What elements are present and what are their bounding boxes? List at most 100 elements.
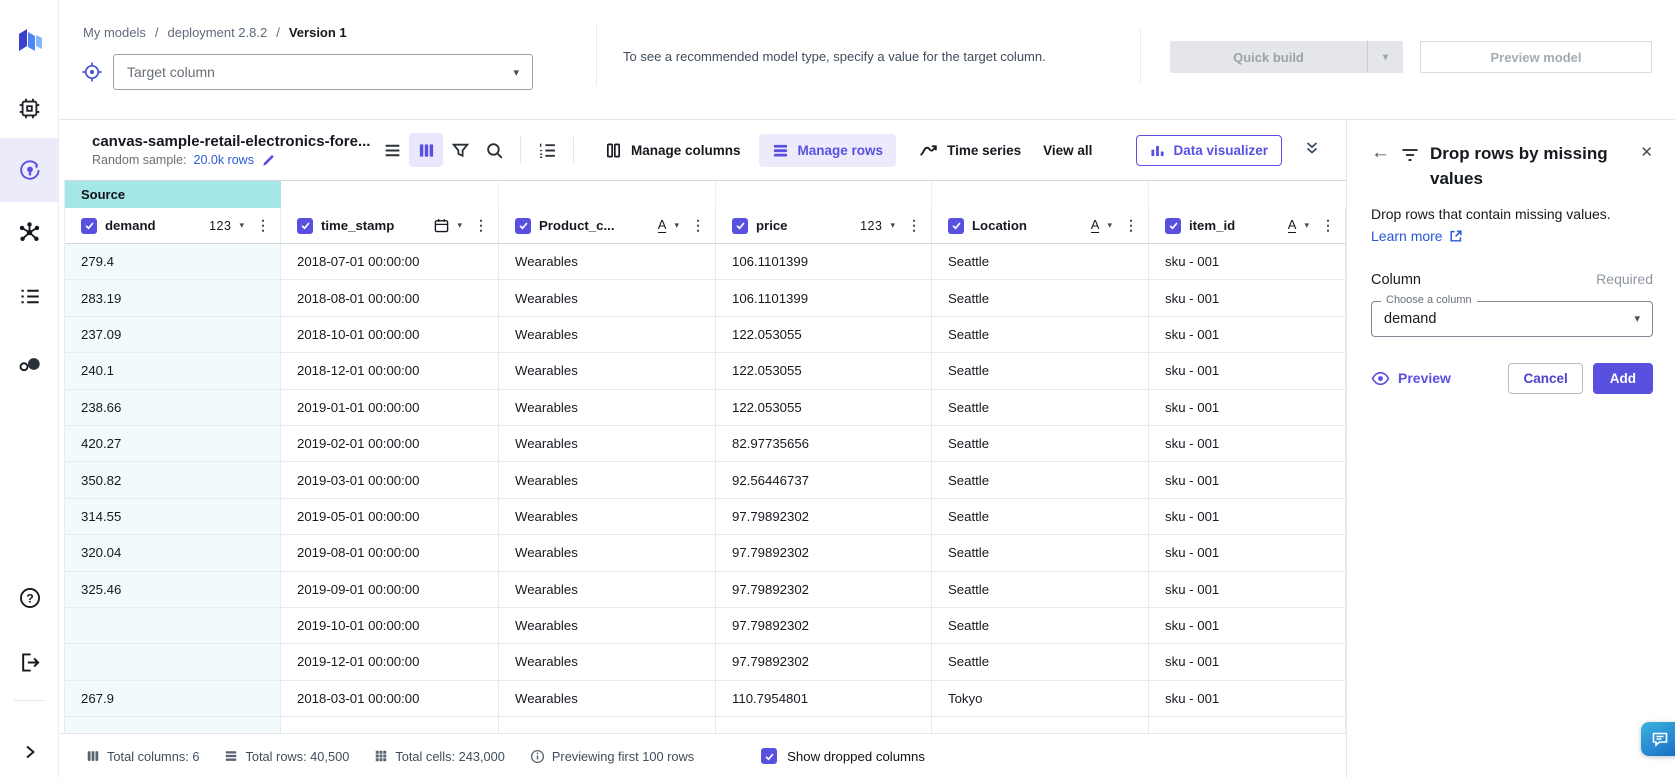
table-row: 238.662019-01-01 00:00:00Wearables122.05…	[65, 390, 1346, 426]
manage-rows-label: Manage rows	[798, 143, 884, 158]
table-row: 314.552019-05-01 00:00:00Wearables97.798…	[65, 499, 1346, 535]
table-cell: 97.79892302	[716, 644, 932, 680]
text-type-icon[interactable]: A	[658, 218, 667, 233]
preview-button[interactable]: Preview	[1371, 370, 1451, 386]
column-type-caret[interactable]: ▾	[1107, 220, 1112, 231]
table-cell: 110.7954801	[716, 681, 932, 717]
text-type-icon[interactable]: A	[1091, 218, 1100, 233]
help-icon: ?	[18, 586, 42, 610]
total-columns-label: Total columns: 6	[107, 749, 199, 764]
table-cell: 2018-12-01 00:00:00	[281, 353, 499, 389]
table-cell: 122.053055	[716, 390, 932, 426]
table-cell: Wearables	[499, 681, 716, 717]
column-view-icon[interactable]	[409, 133, 443, 167]
sidebar-item-automations[interactable]	[0, 212, 59, 252]
table-cell: 238.66	[65, 390, 281, 426]
column-select-checkbox[interactable]	[515, 218, 531, 234]
column-type-caret[interactable]: ▾	[890, 220, 895, 231]
quick-build-button[interactable]: Quick build ▾	[1170, 41, 1403, 73]
quick-build-dropdown[interactable]: ▾	[1367, 41, 1403, 73]
date-type-icon[interactable]	[434, 218, 449, 233]
table-row	[65, 717, 1346, 733]
table-cell: Seattle	[932, 499, 1149, 535]
number-type-icon[interactable]: 123	[860, 219, 882, 233]
sidebar-item-comparison[interactable]	[0, 344, 59, 384]
close-icon[interactable]: ✕	[1640, 142, 1653, 164]
sidebar-expand-chevron[interactable]	[0, 732, 59, 772]
column-type-caret[interactable]: ▾	[239, 220, 244, 231]
choose-column-select[interactable]: Choose a column demand ▾	[1371, 301, 1653, 337]
learn-more-link[interactable]: Learn more	[1371, 228, 1463, 244]
column-menu-kebab[interactable]: ⋮	[907, 217, 921, 234]
table-cell	[65, 717, 281, 733]
sidebar-item-list[interactable]	[0, 276, 59, 316]
ordered-list-icon-button[interactable]	[530, 133, 564, 167]
data-visualizer-button[interactable]: Data visualizer	[1136, 135, 1282, 166]
dataset-main-area: canvas-sample-retail-electronics-fore...…	[59, 120, 1346, 778]
table-cell: 106.1101399	[716, 280, 932, 316]
panel-header: ← Drop rows by missing values ✕	[1371, 142, 1653, 191]
column-select-checkbox[interactable]	[948, 218, 964, 234]
columns-grid-icon	[86, 749, 100, 763]
band-cell	[932, 181, 1149, 208]
column-type-caret[interactable]: ▾	[1304, 220, 1309, 231]
table-cell: Wearables	[499, 317, 716, 353]
column-header-6: item_idA▾⋮	[1149, 208, 1346, 243]
breadcrumb-my-models[interactable]: My models	[83, 25, 146, 40]
table-footer-bar: Total columns: 6 Total rows: 40,500 Tota…	[59, 733, 1346, 778]
column-menu-kebab[interactable]: ⋮	[256, 217, 270, 234]
sidebar-item-help[interactable]: ?	[0, 578, 59, 618]
number-type-icon[interactable]: 123	[209, 219, 231, 233]
view-all-button[interactable]: View all	[1043, 143, 1092, 158]
chat-widget-button[interactable]	[1641, 722, 1675, 756]
column-menu-kebab[interactable]: ⋮	[1124, 217, 1138, 234]
table-cell: sku - 001	[1149, 244, 1346, 280]
panel-description: Drop rows that contain missing values.	[1371, 204, 1653, 224]
search-icon-button[interactable]	[477, 133, 511, 167]
preview-model-button[interactable]: Preview model	[1420, 41, 1652, 73]
time-series-label: Time series	[947, 143, 1021, 158]
target-column-select[interactable]: Target column ▾	[113, 54, 533, 90]
filter-icon-button[interactable]	[443, 133, 477, 167]
sidebar-item-my-models[interactable]	[0, 138, 59, 202]
column-select-checkbox[interactable]	[297, 218, 313, 234]
column-type-caret[interactable]: ▾	[674, 220, 679, 231]
sidebar-item-logout[interactable]	[0, 642, 59, 682]
sidebar-item-datasets[interactable]	[0, 88, 59, 128]
table-cell: Seattle	[932, 390, 1149, 426]
row-list-view-icon[interactable]	[375, 133, 409, 167]
table-cell: Wearables	[499, 608, 716, 644]
filter-funnel-icon	[451, 141, 470, 160]
manage-columns-icon	[605, 142, 622, 159]
cancel-button[interactable]: Cancel	[1508, 363, 1582, 394]
table-cell: sku - 001	[1149, 499, 1346, 535]
back-arrow-icon[interactable]: ←	[1371, 142, 1390, 164]
manage-rows-button[interactable]: Manage rows	[759, 134, 897, 167]
show-dropped-columns-toggle[interactable]: Show dropped columns	[761, 748, 925, 764]
column-type-caret[interactable]: ▾	[457, 220, 462, 231]
column-menu-kebab[interactable]: ⋮	[474, 217, 488, 234]
table-cell: sku - 001	[1149, 317, 1346, 353]
collapse-toolbar-button[interactable]	[1304, 140, 1320, 161]
manage-columns-button[interactable]: Manage columns	[605, 142, 741, 159]
table-cell: sku - 001	[1149, 280, 1346, 316]
column-menu-kebab[interactable]: ⋮	[691, 217, 705, 234]
edit-pencil-icon[interactable]	[261, 153, 276, 168]
table-cell: 82.97735656	[716, 426, 932, 462]
add-button[interactable]: Add	[1593, 363, 1653, 394]
column-select-checkbox[interactable]	[81, 218, 97, 234]
column-menu-kebab[interactable]: ⋮	[1321, 217, 1335, 234]
column-select-checkbox[interactable]	[732, 218, 748, 234]
table-cell	[1149, 717, 1346, 733]
toolbar-divider	[573, 137, 574, 163]
text-type-icon[interactable]: A	[1288, 218, 1297, 233]
chevron-down-icon: ▾	[1383, 52, 1388, 63]
required-badge: Required	[1596, 271, 1653, 287]
time-series-button[interactable]: Time series	[918, 142, 1021, 159]
column-select-checkbox[interactable]	[1165, 218, 1181, 234]
show-dropped-checkbox[interactable]	[761, 748, 777, 764]
model-autopilot-icon	[18, 158, 42, 182]
table-cell: 314.55	[65, 499, 281, 535]
breadcrumb-deployment[interactable]: deployment 2.8.2	[167, 25, 267, 40]
sample-rows-link[interactable]: 20.0k rows	[194, 153, 254, 167]
